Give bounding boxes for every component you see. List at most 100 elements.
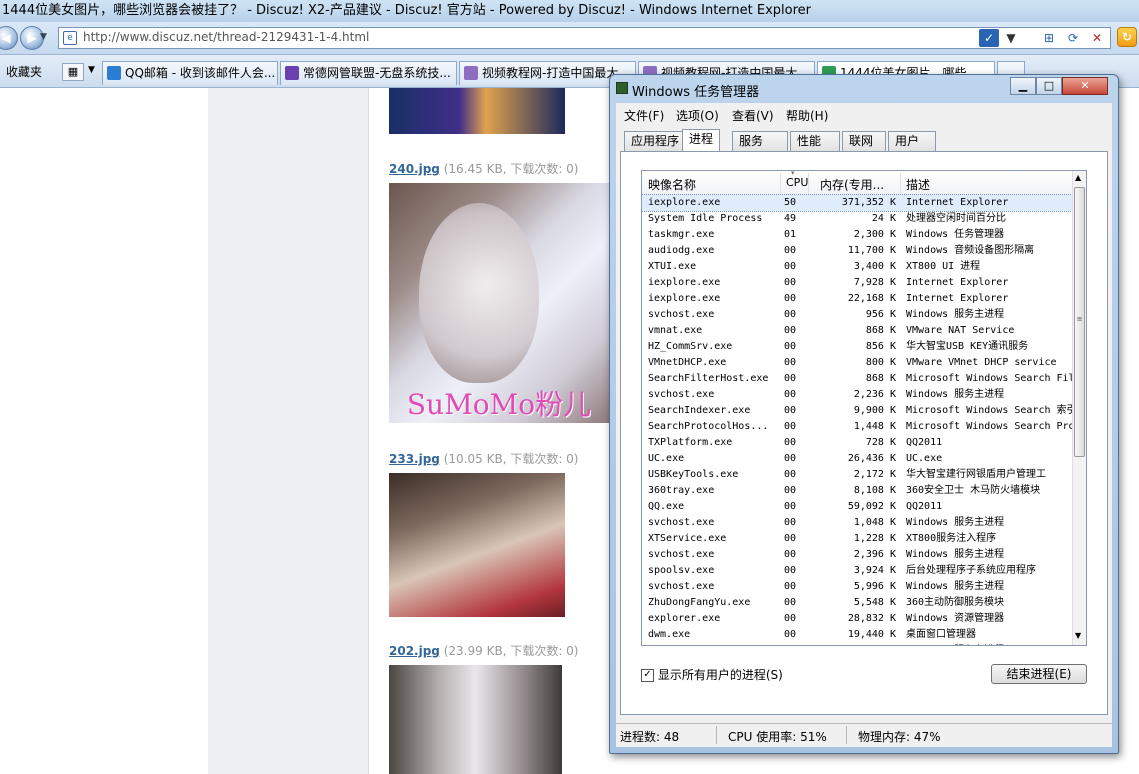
process-memory: 59,092 K xyxy=(847,501,896,512)
compatibility-icon[interactable]: ✓ xyxy=(979,29,999,47)
process-description: 桌面窗口管理器 xyxy=(906,629,976,640)
process-cpu: 00 xyxy=(784,643,804,645)
stop-icon[interactable]: ✕ xyxy=(1087,29,1107,47)
process-row[interactable]: svchost.exe 00 1,048 K Windows 服务主进程 xyxy=(642,515,1072,531)
attachment-link[interactable]: 233.jpg xyxy=(389,452,440,466)
tab-services[interactable]: 服务 xyxy=(732,131,788,151)
column-image-name[interactable]: 映像名称 xyxy=(648,176,696,193)
process-name: VMnetDHCP.exe xyxy=(648,357,727,368)
process-cpu: 00 xyxy=(784,485,797,496)
menu-help[interactable]: 帮助(H) xyxy=(786,107,828,124)
process-row[interactable]: taskmgr.exe 01 2,300 K Windows 任务管理器 xyxy=(642,227,1072,243)
tab-users[interactable]: 用户 xyxy=(888,131,936,151)
search-provider-icon[interactable]: ↻ xyxy=(1117,27,1137,47)
end-process-button[interactable]: 结束进程(E) xyxy=(991,664,1087,684)
scroll-down-icon[interactable]: ▼ xyxy=(1075,631,1081,640)
history-dropdown-icon[interactable]: ▼ xyxy=(40,32,47,42)
attachment-image[interactable]: SuMoMo粉儿 xyxy=(389,183,609,423)
show-all-users-checkbox[interactable]: ✓ 显示所有用户的进程(S) xyxy=(641,666,783,683)
process-row[interactable]: VMnetDHCP.exe 00 800 K VMware VMnet DHCP se… xyxy=(642,355,1072,371)
process-row[interactable]: audiodg.exe 00 11,700 K Windows 音频设备图形隔离 xyxy=(642,243,1072,259)
refresh-icon[interactable]: ⟳ xyxy=(1063,29,1083,47)
address-bar[interactable]: e http://www.discuz.net/thread-2129431-1… xyxy=(58,27,1111,49)
process-description: UC.exe xyxy=(906,453,943,464)
scroll-up-icon[interactable]: ▲ xyxy=(1075,173,1081,182)
tab-list-dropdown-icon[interactable]: ▼ xyxy=(88,65,95,75)
process-row[interactable]: QQ.exe 00 59,092 K QQ2011 xyxy=(642,499,1072,515)
process-cpu: 00 xyxy=(784,613,797,624)
process-row[interactable]: XTUI.exe 00 3,400 K XT800 UI 进程 xyxy=(642,259,1072,275)
process-row[interactable]: TXPlatform.exe 00 728 K QQ2011 xyxy=(642,435,1072,451)
portrait-shape xyxy=(419,203,539,383)
vertical-scrollbar[interactable]: ▲ ≡ ▼ xyxy=(1072,171,1086,645)
site-icon xyxy=(285,66,299,80)
process-row[interactable]: svchost.exe 00 5,996 K Windows 服务主进程 xyxy=(642,579,1072,595)
process-row[interactable]: UC.exe 00 26,436 K UC.exe xyxy=(642,451,1072,467)
process-row[interactable]: spoolsv.exe 00 3,924 K 后台处理程序子系统应用程序 xyxy=(642,563,1072,579)
tab-performance[interactable]: 性能 xyxy=(790,131,840,151)
process-row[interactable]: vmnat.exe 00 868 K VMware NAT Service xyxy=(642,323,1072,339)
process-row[interactable]: iexplore.exe 50 371,352 K Internet Explorer xyxy=(642,194,1073,212)
tab-networking[interactable]: 联网 xyxy=(842,131,886,151)
process-row[interactable]: 360tray.exe 00 8,108 K 360安全卫士 木马防火墙模块 xyxy=(642,483,1072,499)
attachment-link[interactable]: 240.jpg xyxy=(389,162,440,176)
attachment-image[interactable] xyxy=(389,665,562,774)
status-bar: 进程数: 48 CPU 使用率: 51% 物理内存: 47% xyxy=(616,723,1112,746)
quick-tabs-icon[interactable]: ▦ xyxy=(62,63,84,81)
favorites-button[interactable]: 收藏夹 xyxy=(6,63,42,80)
column-memory[interactable]: 内存(专用... xyxy=(820,176,884,193)
rss-icon[interactable]: ⊞ xyxy=(1039,29,1059,47)
process-cpu: 00 xyxy=(784,245,797,256)
column-separator[interactable] xyxy=(780,173,781,193)
process-list[interactable]: 映像名称 CPU ▾ 内存(专用... 描述 iexplore.exe 50 371… xyxy=(641,170,1087,646)
process-row[interactable]: ZhuDongFangYu.exe 00 5,548 K 360主动防御服务模块 xyxy=(642,595,1072,611)
attachment-link[interactable]: 202.jpg xyxy=(389,644,440,658)
process-row[interactable]: SearchProtocolHos... 00 1,448 K Microsoft W… xyxy=(642,419,1072,435)
process-row[interactable]: dwm.exe 00 19,440 K 桌面窗口管理器 xyxy=(642,627,1072,643)
maximize-button[interactable]: □ xyxy=(1036,77,1062,95)
attachment-image[interactable] xyxy=(389,473,565,617)
process-row[interactable]: System Idle Process 49 24 K 处理器空闲时间百分比 xyxy=(642,211,1072,227)
process-row[interactable]: explorer.exe 00 28,832 K Windows 资源管理器 xyxy=(642,611,1072,627)
column-cpu[interactable]: CPU xyxy=(786,176,808,189)
process-row[interactable]: svchost.exe 00 3,860 K Windows 服务主进程 xyxy=(642,643,1072,645)
process-cpu: 00 xyxy=(784,597,797,608)
vertical-scroll-thumb[interactable]: ≡ xyxy=(1074,187,1085,457)
menu-view[interactable]: 查看(V) xyxy=(732,107,774,124)
process-row[interactable]: iexplore.exe 00 7,928 K Internet Explorer xyxy=(642,275,1072,291)
process-row[interactable]: svchost.exe 00 956 K Windows 服务主进程 xyxy=(642,307,1072,323)
process-cpu: 00 xyxy=(784,421,797,432)
column-separator[interactable] xyxy=(900,173,901,193)
menu-options[interactable]: 选项(O) xyxy=(676,107,719,124)
tab-applications[interactable]: 应用程序 xyxy=(624,131,687,151)
process-row[interactable]: iexplore.exe 00 22,168 K Internet Explorer xyxy=(642,291,1072,307)
column-description[interactable]: 描述 xyxy=(906,176,930,193)
process-row[interactable]: HZ_CommSrv.exe 00 856 K 华大智宝USB KEY通讯服务 xyxy=(642,339,1072,355)
sort-arrow-icon: ▾ xyxy=(791,170,795,177)
checkbox-check-icon[interactable]: ✓ xyxy=(641,669,654,682)
tab-changde[interactable]: 常德网管联盟-无盘系统技... xyxy=(280,61,457,85)
process-description: Microsoft Windows Search Pro xyxy=(906,421,1072,432)
menu-file[interactable]: 文件(F) xyxy=(624,107,664,124)
url-text[interactable]: http://www.discuz.net/thread-2129431-1-4… xyxy=(83,30,369,44)
process-row[interactable]: SearchIndexer.exe 00 9,900 K Microsoft Wind… xyxy=(642,403,1072,419)
process-row[interactable]: USBKeyTools.exe 00 2,172 K 华大智宝建行网银盾用户管理工 xyxy=(642,467,1072,483)
process-description: 处理器空闲时间百分比 xyxy=(906,213,1006,224)
process-cpu: 00 xyxy=(784,517,797,528)
back-button[interactable]: ◀ xyxy=(0,26,18,50)
process-description: 360主动防御服务模块 xyxy=(906,597,1005,608)
process-row[interactable]: svchost.exe 00 2,236 K Windows 服务主进程 xyxy=(642,387,1072,403)
column-separator[interactable] xyxy=(808,173,809,193)
process-row[interactable]: SearchFilterHost.exe 00 868 K Microsoft Win… xyxy=(642,371,1072,387)
process-memory: 3,924 K xyxy=(853,565,896,576)
attachment-image[interactable] xyxy=(389,88,565,134)
tab-qq-mail[interactable]: QQ邮箱 - 收到该邮件人会... xyxy=(102,61,278,85)
minimize-button[interactable]: ▁ xyxy=(1010,77,1036,95)
close-button[interactable]: ✕ xyxy=(1062,77,1108,95)
process-name: UC.exe xyxy=(648,453,685,464)
process-row[interactable]: svchost.exe 00 2,396 K Windows 服务主进程 xyxy=(642,547,1072,563)
tab-processes[interactable]: 进程 xyxy=(682,129,721,152)
process-row[interactable]: XTService.exe 00 1,228 K XT800服务注入程序 xyxy=(642,531,1072,547)
attachment-233: 233.jpg (10.05 KB, 下载次数: 0) xyxy=(389,450,579,467)
address-dropdown-icon[interactable]: ▼ xyxy=(1001,29,1021,47)
